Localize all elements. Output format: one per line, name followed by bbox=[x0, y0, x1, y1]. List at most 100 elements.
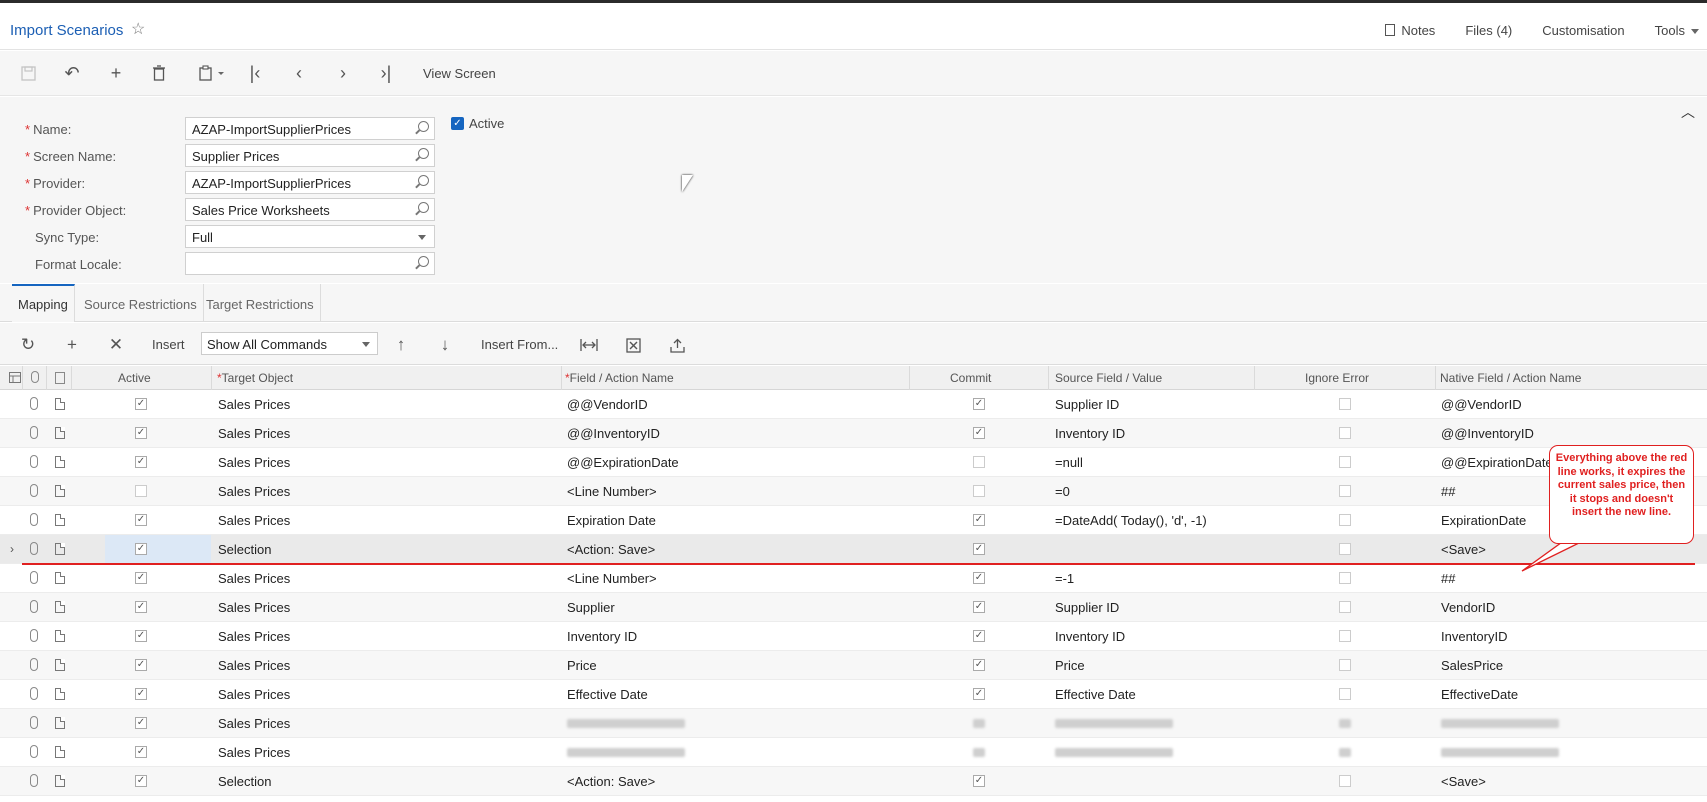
command-filter-select[interactable]: Show All Commands bbox=[201, 332, 378, 355]
attachment-icon[interactable] bbox=[30, 687, 38, 700]
table-row[interactable]: › ✓ Selection <Action: Save> ✓ <Save> bbox=[0, 535, 1707, 564]
attachment-icon[interactable] bbox=[30, 426, 38, 439]
field-action-cell[interactable]: Price bbox=[567, 658, 597, 673]
note-icon[interactable] bbox=[55, 601, 65, 613]
lookup-icon[interactable] bbox=[418, 256, 429, 267]
active-checkbox[interactable]: ✓ bbox=[135, 543, 147, 555]
next-record-icon[interactable]: › bbox=[331, 61, 355, 85]
attachment-icon[interactable] bbox=[30, 600, 38, 613]
active-checkbox[interactable]: ✓ bbox=[135, 630, 147, 642]
ignore-error-checkbox[interactable] bbox=[1339, 630, 1351, 642]
native-field-cell[interactable]: InventoryID bbox=[1441, 629, 1507, 644]
field-action-cell[interactable]: Expiration Date bbox=[567, 513, 656, 528]
tab-target-restrictions[interactable]: Target Restrictions bbox=[200, 284, 321, 322]
target-object-cell[interactable]: Sales Prices bbox=[218, 571, 290, 586]
active-checkbox[interactable]: ✓ bbox=[135, 572, 147, 584]
active-checkbox[interactable]: ✓ bbox=[135, 427, 147, 439]
native-field-cell[interactable]: EffectiveDate bbox=[1441, 687, 1518, 702]
native-field-cell[interactable]: <Save> bbox=[1441, 542, 1486, 557]
notes-link[interactable]: Notes bbox=[1385, 23, 1435, 38]
source-field-cell[interactable]: Inventory ID bbox=[1055, 426, 1125, 441]
active-checkbox[interactable]: ✓ bbox=[135, 659, 147, 671]
ignore-error-checkbox[interactable] bbox=[1339, 456, 1351, 468]
ignore-error-checkbox[interactable] bbox=[1339, 601, 1351, 613]
delete-icon[interactable] bbox=[147, 61, 171, 85]
active-checkbox[interactable]: ✓ Active bbox=[451, 116, 504, 131]
table-row[interactable]: ✓ Sales Prices Expiration Date ✓ =DateAdd( T… bbox=[0, 506, 1707, 535]
note-icon[interactable] bbox=[55, 427, 65, 439]
target-object-cell[interactable]: Sales Prices bbox=[218, 484, 290, 499]
ignore-error-checkbox[interactable] bbox=[1339, 572, 1351, 584]
fit-columns-icon[interactable] bbox=[578, 334, 600, 356]
active-checkbox[interactable]: ✓ bbox=[135, 746, 147, 758]
tab-source-restrictions[interactable]: Source Restrictions bbox=[78, 284, 204, 322]
field-action-cell[interactable]: Supplier bbox=[567, 600, 615, 615]
favorite-star-icon[interactable]: ☆ bbox=[131, 22, 145, 38]
attachment-icon[interactable] bbox=[30, 745, 38, 758]
header-field-action[interactable]: *Field / Action Name bbox=[565, 371, 674, 385]
lookup-icon[interactable] bbox=[418, 175, 429, 186]
add-row-icon[interactable]: + bbox=[61, 334, 83, 356]
native-field-cell[interactable]: VendorID bbox=[1441, 600, 1495, 615]
field-action-cell[interactable]: <Line Number> bbox=[567, 571, 657, 586]
table-row[interactable]: ✓ Sales Prices <Line Number> ✓ =-1 ## bbox=[0, 564, 1707, 593]
target-object-cell[interactable]: Selection bbox=[218, 542, 271, 557]
header-active[interactable]: Active bbox=[118, 371, 151, 385]
field-action-cell[interactable]: @@ExpirationDate bbox=[567, 455, 679, 470]
attachment-icon[interactable] bbox=[30, 658, 38, 671]
field-action-cell[interactable]: Effective Date bbox=[567, 687, 648, 702]
target-object-cell[interactable]: Sales Prices bbox=[218, 629, 290, 644]
lookup-icon[interactable] bbox=[418, 202, 429, 213]
note-icon[interactable] bbox=[55, 717, 65, 729]
table-row[interactable]: ✓ Sales Prices bbox=[0, 738, 1707, 767]
attachment-icon[interactable] bbox=[30, 455, 38, 468]
undo-icon[interactable]: ↶ bbox=[60, 61, 84, 85]
table-row[interactable]: ✓ Sales Prices bbox=[0, 709, 1707, 738]
upload-icon[interactable] bbox=[666, 334, 688, 356]
note-icon[interactable] bbox=[55, 398, 65, 410]
target-object-cell[interactable]: Sales Prices bbox=[218, 426, 290, 441]
attachment-icon[interactable] bbox=[30, 513, 38, 526]
attachment-icon[interactable] bbox=[30, 397, 38, 410]
target-object-cell[interactable]: Sales Prices bbox=[218, 745, 290, 760]
field-action-cell[interactable]: @@VendorID bbox=[567, 397, 648, 412]
table-row[interactable]: ✓ Sales Prices @@InventoryID ✓ Inventory ID @… bbox=[0, 419, 1707, 448]
field-action-cell[interactable]: Inventory ID bbox=[567, 629, 637, 644]
customisation-link[interactable]: Customisation bbox=[1542, 23, 1624, 38]
active-checkbox[interactable]: ✓ bbox=[135, 717, 147, 729]
ignore-error-checkbox[interactable] bbox=[1339, 398, 1351, 410]
native-field-cell[interactable]: @@VendorID bbox=[1441, 397, 1522, 412]
note-icon[interactable] bbox=[55, 659, 65, 671]
native-field-cell[interactable]: SalesPrice bbox=[1441, 658, 1503, 673]
commit-checkbox[interactable]: ✓ bbox=[973, 572, 985, 584]
ignore-error-checkbox[interactable] bbox=[1339, 775, 1351, 787]
native-field-cell[interactable]: <Save> bbox=[1441, 774, 1486, 789]
note-icon[interactable] bbox=[55, 514, 65, 526]
table-row[interactable]: ✓ Sales Prices Effective Date ✓ Effective Da… bbox=[0, 680, 1707, 709]
header-target-object[interactable]: *Target Object bbox=[217, 371, 293, 385]
lookup-icon[interactable] bbox=[418, 121, 429, 132]
native-field-cell[interactable]: ## bbox=[1441, 484, 1455, 499]
target-object-cell[interactable]: Sales Prices bbox=[218, 600, 290, 615]
active-checkbox[interactable]: ✓ bbox=[135, 456, 147, 468]
previous-record-icon[interactable]: ‹ bbox=[287, 61, 311, 85]
attachment-icon[interactable] bbox=[30, 716, 38, 729]
add-icon[interactable]: + bbox=[104, 61, 128, 85]
source-field-cell[interactable]: =0 bbox=[1055, 484, 1070, 499]
table-row[interactable]: ✓ Sales Prices Inventory ID ✓ Inventory ID In… bbox=[0, 622, 1707, 651]
provider-object-field[interactable]: Sales Price Worksheets bbox=[185, 198, 435, 221]
attachment-icon[interactable] bbox=[30, 484, 38, 497]
commit-checkbox[interactable]: ✓ bbox=[973, 601, 985, 613]
sync-type-select[interactable]: Full bbox=[185, 225, 435, 248]
table-row[interactable]: ✓ Sales Prices Supplier ✓ Supplier ID VendorI… bbox=[0, 593, 1707, 622]
screen-name-field[interactable]: Supplier Prices bbox=[185, 144, 435, 167]
note-icon[interactable] bbox=[55, 572, 65, 584]
note-icon[interactable] bbox=[55, 746, 65, 758]
first-record-icon[interactable]: |‹ bbox=[243, 61, 267, 85]
active-checkbox[interactable]: ✓ bbox=[135, 775, 147, 787]
attachment-icon[interactable] bbox=[30, 542, 38, 555]
note-icon[interactable] bbox=[55, 456, 65, 468]
move-up-icon[interactable]: ↑ bbox=[390, 334, 412, 356]
ignore-error-checkbox[interactable] bbox=[1339, 688, 1351, 700]
source-field-cell[interactable]: Supplier ID bbox=[1055, 600, 1119, 615]
